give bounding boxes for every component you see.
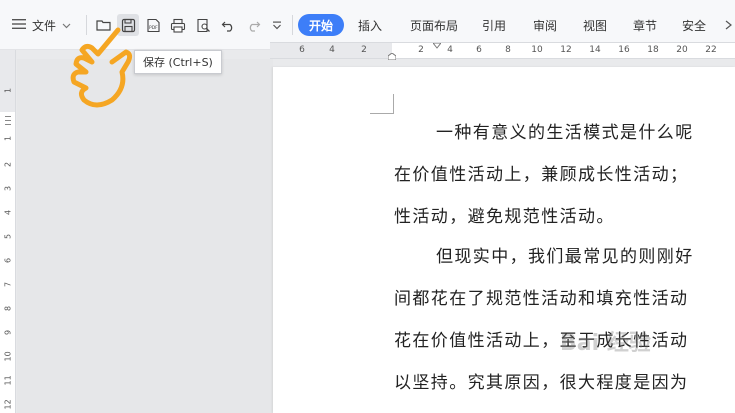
ruler-tick-label: 10	[3, 351, 13, 362]
ruler-tick-label: 2	[418, 45, 424, 55]
tab-review[interactable]: 审阅	[527, 14, 563, 36]
quick-access-more-icon[interactable]	[266, 14, 288, 36]
ruler-tick-label: 16	[618, 45, 630, 55]
document-line[interactable]: 在价值性活动上，兼顾成长性活动；	[394, 160, 688, 185]
ruler-tick-label: 2	[361, 45, 367, 55]
tab-sections[interactable]: 章节	[627, 14, 663, 36]
ruler-tick-label: 6	[299, 45, 305, 55]
page-margin-corner-mark	[370, 94, 394, 114]
export-pdf-icon[interactable]: PDF	[142, 14, 164, 36]
ruler-tick-label: 4	[3, 209, 13, 216]
tab-security[interactable]: 安全	[676, 14, 712, 36]
undo-icon[interactable]	[217, 14, 239, 36]
ruler-line	[5, 116, 11, 117]
ruler-tick-label: 9	[3, 329, 13, 336]
redo-icon[interactable]	[242, 14, 264, 36]
ruler-tick-label: 8	[505, 45, 511, 55]
tab-page-layout[interactable]: 页面布局	[404, 14, 464, 36]
document-line[interactable]: 一种有意义的生活模式是什么呢	[436, 118, 694, 143]
ruler-tick-label: 14	[589, 45, 601, 55]
ruler-line	[5, 124, 11, 125]
file-menu-label: 文件	[32, 18, 57, 33]
tab-references[interactable]: 引用	[476, 14, 512, 36]
ruler-tick-label: 6	[3, 257, 13, 264]
pointing-hand-icon	[70, 27, 133, 108]
ruler-tick-label: 12	[560, 45, 572, 55]
ruler-tick-label: 18	[647, 45, 659, 55]
ruler-tick-label: 6	[476, 45, 482, 55]
tab-view[interactable]: 视图	[577, 14, 613, 36]
document-line[interactable]: 性活动，避免规范性活动。	[394, 202, 615, 227]
toolbar-separator	[292, 15, 293, 35]
watermark: Bai 经验	[560, 331, 651, 356]
tab-home[interactable]: 开始	[298, 14, 344, 36]
document-line[interactable]: 以坚持。究其原因，很大程度是因为	[394, 368, 688, 393]
print-preview-icon[interactable]	[192, 14, 214, 36]
ruler-tick-label: 4	[447, 45, 453, 55]
hamburger-icon	[12, 18, 26, 33]
ruler-tick-label: 4	[329, 45, 335, 55]
first-line-indent-marker[interactable]	[433, 43, 441, 49]
save-tooltip: 保存 (Ctrl+S)	[134, 50, 222, 74]
left-indent-marker[interactable]	[388, 53, 396, 60]
document-line[interactable]: 间都花在了规范性活动和填充性活动	[394, 284, 688, 309]
ruler-tick-label: 8	[3, 305, 13, 312]
ruler-tick-label: 2	[3, 161, 13, 168]
ruler-tick-label: 5	[3, 233, 13, 240]
tab-insert[interactable]: 插入	[352, 14, 388, 36]
ruler-tick-label: 22	[705, 45, 717, 55]
print-icon[interactable]	[167, 14, 189, 36]
ruler-margin	[0, 50, 15, 112]
document-line[interactable]: 但现实中，我们最常见的则刚好	[436, 242, 694, 267]
svg-text:PDF: PDF	[149, 25, 158, 31]
vertical-ruler[interactable]: 1 1 2 3 4 5 6 7 8 9 10 11 12	[0, 50, 16, 413]
ruler-tick-label: 3	[3, 185, 13, 192]
ruler-tick-label: 12	[3, 399, 13, 410]
ruler-tick-label: 10	[531, 45, 543, 55]
ruler-tick-label: 11	[3, 375, 13, 386]
ruler-tick-label: 7	[3, 281, 13, 288]
ruler-tick-label: 20	[676, 45, 688, 55]
ruler-tick-label: 1	[3, 87, 13, 94]
tab-more[interactable]	[722, 14, 735, 36]
ruler-tick-label: 1	[3, 135, 13, 142]
ruler-line	[5, 120, 11, 121]
horizontal-ruler[interactable]: 6 4 2 2 4 6 8 10 12 14 16 18 20 22	[270, 42, 735, 60]
